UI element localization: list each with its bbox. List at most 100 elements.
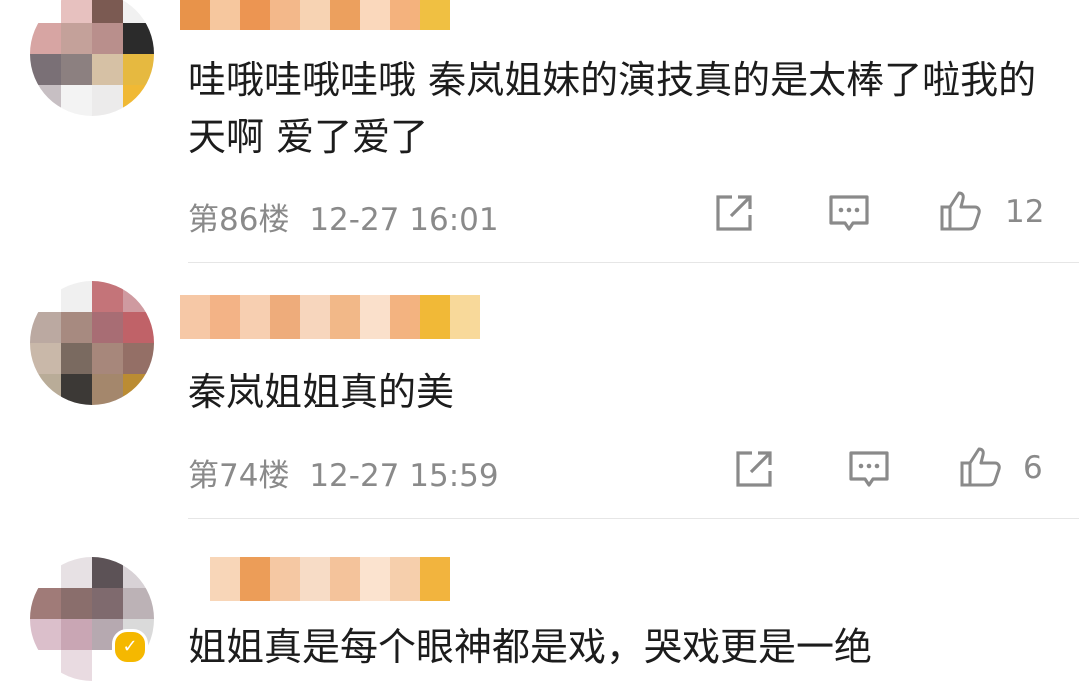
username[interactable] (180, 557, 480, 601)
username-pixel-block (300, 0, 330, 30)
avatar-pixel-block (61, 23, 92, 54)
username-pixel-block (450, 295, 480, 339)
avatar-pixel-block (30, 312, 61, 343)
username-pixel-block (180, 0, 210, 30)
username-pixel-block (450, 557, 480, 601)
avatar-pixel-block (123, 374, 154, 405)
like-count: 6 (1023, 450, 1043, 486)
username-pixel-block (210, 295, 240, 339)
username-pixel-block (420, 557, 450, 601)
avatar-pixel-block (61, 85, 92, 116)
avatar-pixel-block (123, 281, 154, 312)
avatar-pixel-block (30, 619, 61, 650)
username-pixel-block (360, 295, 390, 339)
avatar-pixel-block (61, 343, 92, 374)
avatar-pixel-block (61, 588, 92, 619)
avatar-pixel-block (123, 557, 154, 588)
avatar-pixel-block (30, 588, 61, 619)
username-pixel-block (240, 557, 270, 601)
username-pixel-block (210, 0, 240, 30)
username-pixel-block (180, 557, 210, 601)
avatar-pixel-block (30, 85, 61, 116)
avatar-mosaic (30, 281, 154, 405)
username-pixel-block (330, 0, 360, 30)
like-count: 12 (1005, 194, 1045, 230)
username-pixel-block (330, 557, 360, 601)
avatar[interactable] (30, 0, 154, 116)
username-pixel-block (270, 557, 300, 601)
verified-badge-icon: ✓ (112, 629, 148, 665)
username-pixel-block (360, 0, 390, 30)
avatar-pixel-block (30, 23, 61, 54)
avatar-pixel-block (61, 619, 92, 650)
avatar-pixel-block (123, 588, 154, 619)
comment-time: 12-27 16:01 (309, 202, 499, 238)
avatar-pixel-block (61, 557, 92, 588)
username-pixel-block (450, 0, 480, 30)
username-pixel-block (390, 0, 420, 30)
comment-meta: 第86楼 12-27 16:01 (188, 194, 499, 239)
comment-item: 哇哦哇哦哇哦 秦岚姐妹的演技真的是太棒了啦我的天啊 爱了爱了 第86楼 12-2… (0, 0, 1079, 262)
username[interactable] (180, 0, 480, 30)
username-pixel-block (420, 295, 450, 339)
comment-meta: 第74楼 12-27 15:59 (188, 450, 499, 495)
avatar-pixel-block (92, 588, 123, 619)
comment-item: ✓ 姐姐真是每个眼神都是戏，哭戏更是一绝 (0, 519, 1079, 682)
username-pixel-block (360, 557, 390, 601)
avatar-pixel-block (92, 23, 123, 54)
username-pixel-block (270, 0, 300, 30)
username-pixel-block (420, 0, 450, 30)
avatar-pixel-block (61, 0, 92, 23)
username-pixel-block (180, 295, 210, 339)
comment-item: 秦岚姐姐真的美 第74楼 12-27 15:59 6 (0, 263, 1079, 518)
avatar-pixel-block (61, 312, 92, 343)
avatar-pixel-block (30, 54, 61, 85)
share-icon[interactable] (710, 189, 758, 237)
avatar-pixel-block (30, 343, 61, 374)
avatar-pixel-block (61, 281, 92, 312)
username-pixel-block (210, 557, 240, 601)
avatar-pixel-block (123, 54, 154, 85)
username-pixel-block (240, 0, 270, 30)
avatar-pixel-block (30, 374, 61, 405)
avatar-pixel-block (61, 54, 92, 85)
avatar-pixel-block (92, 0, 123, 23)
username-pixel-block (240, 295, 270, 339)
avatar-pixel-block (123, 23, 154, 54)
username-pixel-block (390, 295, 420, 339)
comment-icon[interactable] (845, 445, 893, 493)
avatar-pixel-block (92, 343, 123, 374)
username-pixel-block (300, 295, 330, 339)
username-pixel-block (390, 557, 420, 601)
avatar-pixel-block (92, 557, 123, 588)
avatar-pixel-block (30, 0, 61, 23)
comment-time: 12-27 15:59 (309, 458, 499, 494)
floor-number: 第86楼 (188, 202, 290, 238)
comment-text: 哇哦哇哦哇哦 秦岚姐妹的演技真的是太棒了啦我的天啊 爱了爱了 (188, 58, 1037, 159)
avatar-pixel-block (30, 557, 61, 588)
avatar-pixel-block (123, 0, 154, 23)
comment-text: 姐姐真是每个眼神都是戏，哭戏更是一绝 (188, 625, 873, 669)
avatar-pixel-block (123, 312, 154, 343)
comment-icon[interactable] (825, 189, 873, 237)
avatar-pixel-block (30, 650, 61, 681)
avatar-pixel-block (92, 281, 123, 312)
comment-text: 秦岚姐姐真的美 (188, 370, 455, 414)
username[interactable] (180, 295, 480, 339)
avatar-pixel-block (92, 312, 123, 343)
username-pixel-block (270, 295, 300, 339)
share-icon[interactable] (730, 445, 778, 493)
avatar[interactable] (30, 281, 154, 405)
avatar-pixel-block (123, 343, 154, 374)
avatar-pixel-block (61, 650, 92, 681)
username-pixel-block (330, 295, 360, 339)
avatar-mosaic (30, 0, 154, 116)
avatar-pixel-block (92, 374, 123, 405)
avatar-pixel-block (61, 374, 92, 405)
avatar-pixel-block (92, 54, 123, 85)
floor-number: 第74楼 (188, 458, 290, 494)
thumbs-up-icon[interactable] (938, 187, 986, 235)
username-pixel-block (300, 557, 330, 601)
thumbs-up-icon[interactable] (958, 443, 1006, 491)
avatar-pixel-block (92, 85, 123, 116)
